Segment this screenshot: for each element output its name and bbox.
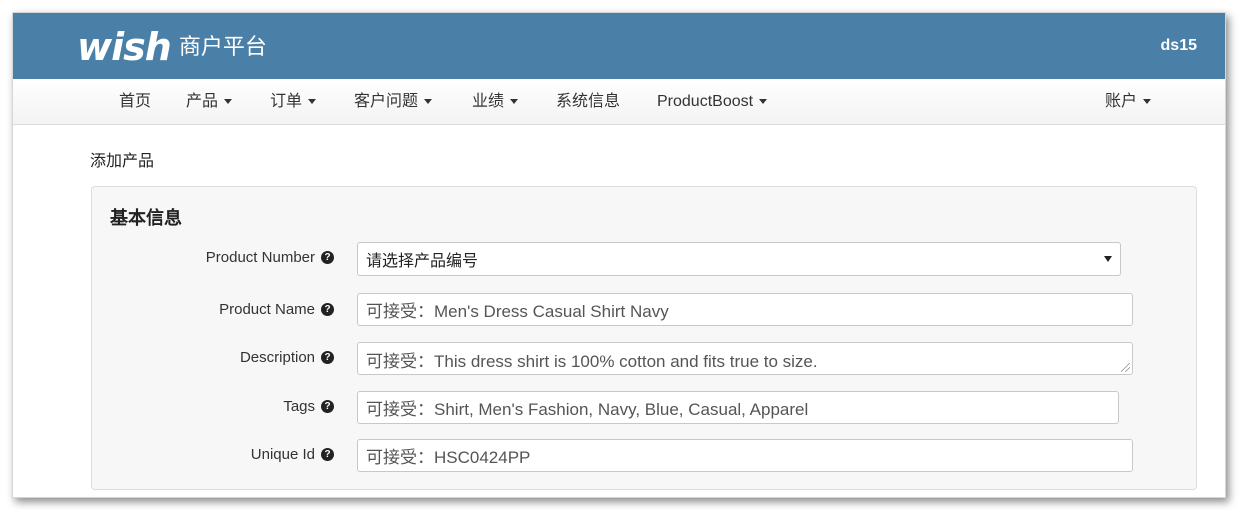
header-bar: wish 商户平台 ds15 (13, 13, 1225, 79)
logo[interactable]: wish 商户平台 (77, 27, 267, 67)
description-textarea[interactable]: 可接受：This dress shirt is 100% cotton and … (357, 342, 1133, 375)
wish-logo: wish (77, 25, 172, 69)
nav-item-customer-issues[interactable]: 客户问题 (354, 79, 433, 124)
section-title: 基本信息 (110, 208, 182, 229)
field-label: Unique Id (250, 445, 315, 463)
nav-item-account[interactable]: 账户 (1105, 79, 1152, 124)
unique-id-label: Unique Id ? (251, 437, 334, 471)
product-number-label: Product Number ? (206, 240, 334, 274)
nav-item-label: 产品 (186, 93, 219, 110)
platform-name: 商户平台 (178, 34, 267, 59)
question-circle-icon[interactable]: ? (321, 302, 334, 316)
nav-item-orders[interactable]: 订单 (270, 79, 317, 124)
description-label: Description ? (240, 340, 334, 374)
tags-input[interactable]: 可接受：Shirt, Men's Fashion, Navy, Blue, Ca… (357, 391, 1119, 424)
app-window: wish 商户平台 ds15 首页 产品 订单 客户问题 业绩 系统信息 Pro… (12, 12, 1226, 498)
field-label: Product Name (219, 300, 315, 318)
nav-item-label: 订单 (270, 93, 303, 110)
nav-item-label: 业绩 (472, 93, 505, 110)
unique-id-input[interactable]: 可接受：HSC0424PP (357, 439, 1133, 472)
caret-down-icon (759, 99, 768, 105)
nav-item-label: 系统信息 (556, 93, 621, 110)
input-placeholder: 可接受：This dress shirt is 100% cotton and … (366, 352, 818, 371)
nav-item-label: 首页 (119, 93, 152, 110)
nav-item-products[interactable]: 产品 (186, 79, 233, 124)
input-placeholder: 可接受：Men's Dress Casual Shirt Navy (366, 302, 669, 321)
product-name-label: Product Name ? (219, 292, 334, 326)
nav-item-performance[interactable]: 业绩 (472, 79, 519, 124)
resize-handle-icon[interactable] (1121, 363, 1130, 372)
field-label: Description (239, 348, 315, 366)
caret-down-icon (308, 99, 317, 105)
select-value: 请选择产品编号 (366, 253, 479, 270)
question-circle-icon[interactable]: ? (321, 250, 334, 264)
question-circle-icon[interactable]: ? (321, 399, 334, 413)
tags-label: Tags ? (283, 389, 334, 423)
nav-item-productboost[interactable]: ProductBoost (657, 79, 768, 124)
question-circle-icon[interactable]: ? (321, 447, 334, 461)
nav-item-label: 客户问题 (354, 93, 419, 110)
nav-item-label: ProductBoost (657, 93, 754, 110)
caret-down-icon (1143, 99, 1152, 105)
question-circle-icon[interactable]: ? (321, 350, 334, 364)
main-nav: 首页 产品 订单 客户问题 业绩 系统信息 ProductBoost 账户 (13, 79, 1225, 125)
nav-item-system-info[interactable]: 系统信息 (556, 79, 620, 124)
username[interactable]: ds15 (1161, 37, 1197, 55)
page-title: 添加产品 (90, 153, 155, 170)
nav-item-label: 账户 (1105, 93, 1138, 110)
caret-down-icon (510, 99, 519, 105)
product-number-select[interactable]: 请选择产品编号 (357, 242, 1121, 276)
caret-down-icon (1104, 256, 1112, 262)
input-placeholder: 可接受：Shirt, Men's Fashion, Navy, Blue, Ca… (366, 400, 809, 419)
input-placeholder: 可接受：HSC0424PP (366, 448, 531, 467)
nav-item-home[interactable]: 首页 (119, 79, 151, 124)
basic-info-panel: 基本信息 Product Number ? 请选择产品编号 Product Na… (91, 186, 1197, 490)
caret-down-icon (424, 99, 433, 105)
caret-down-icon (224, 99, 233, 105)
field-label: Product Number (205, 248, 315, 266)
field-label: Tags (283, 397, 315, 415)
product-name-input[interactable]: 可接受：Men's Dress Casual Shirt Navy (357, 293, 1133, 326)
